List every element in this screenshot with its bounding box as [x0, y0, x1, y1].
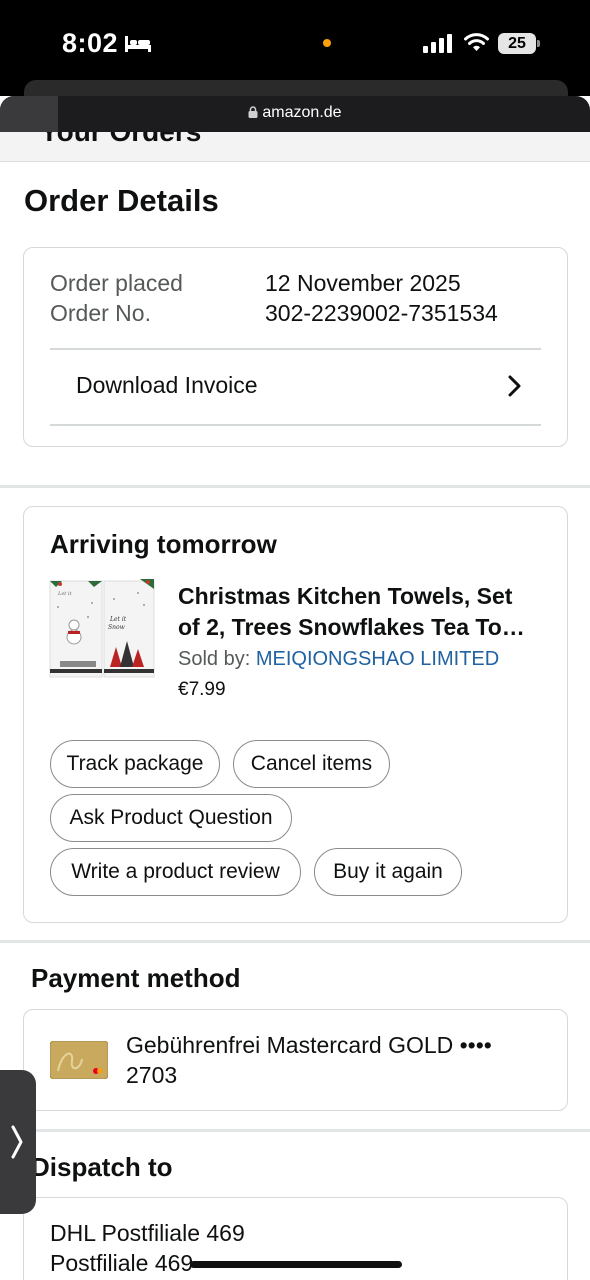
previous-page-title: Your Orders	[40, 132, 201, 148]
order-number-label: Order No.	[50, 300, 151, 326]
section-separator	[0, 485, 590, 488]
lock-icon	[248, 106, 258, 118]
download-invoice-label: Download Invoice	[76, 372, 258, 398]
product-title-line: Christmas Kitchen Towels, Set	[178, 583, 513, 609]
order-summary-card: Order placed 12 November 2025 Order No. …	[23, 247, 568, 447]
order-placed-value: 12 November 2025	[265, 270, 461, 296]
cancel-items-button[interactable]: Cancel items	[233, 740, 390, 788]
order-placed-label: Order placed	[50, 270, 183, 296]
address-line: Postfiliale 469	[50, 1250, 194, 1276]
battery-cap	[537, 40, 540, 47]
status-time: 8:02	[62, 28, 119, 58]
dispatch-to-heading: Dispatch to	[31, 1152, 173, 1182]
side-panel-handle[interactable]	[0, 1070, 36, 1214]
url-display[interactable]: amazon.de	[0, 104, 590, 122]
previous-section-strip: Your Orders	[0, 132, 590, 162]
wifi-icon	[464, 33, 489, 51]
seller-link[interactable]: MEIQIONGSHAO LIMITED	[256, 648, 499, 670]
towel-script-text: Snow	[108, 624, 126, 631]
towel-script-text: Let it	[109, 616, 127, 623]
order-number-value: 302-2239002-7351534	[265, 300, 498, 326]
payment-card-description: Gebührenfrei Mastercard GOLD •••• 2703	[126, 1030, 546, 1090]
payment-card-name: Gebührenfrei Mastercard GOLD ••••	[126, 1032, 492, 1058]
ask-product-question-button[interactable]: Ask Product Question	[50, 794, 292, 842]
url-text: amazon.de	[262, 104, 342, 121]
divider	[50, 424, 541, 426]
shipment-card: Arriving tomorrow Let it Let it Snow Chr…	[23, 506, 568, 923]
download-invoice-link[interactable]: Download Invoice	[50, 350, 541, 425]
sold-by-label: Sold by:	[178, 648, 256, 670]
chevron-right-icon	[508, 375, 521, 397]
bed-icon	[125, 36, 151, 52]
battery-level: 25	[498, 33, 536, 54]
product-title-link[interactable]: Christmas Kitchen Towels, Set of 2, Tree…	[178, 581, 548, 643]
towel-script-text: Let it	[57, 591, 72, 597]
payment-card: Gebührenfrei Mastercard GOLD •••• 2703	[23, 1009, 568, 1111]
home-indicator	[190, 1261, 402, 1268]
address-line: DHL Postfiliale 469	[50, 1220, 245, 1246]
product-image[interactable]: Let it Let it Snow	[48, 577, 156, 683]
write-review-button[interactable]: Write a product review	[50, 848, 301, 896]
signal-icon	[423, 34, 452, 53]
product-title-line: of 2, Trees Snowflakes Tea To…	[178, 614, 525, 640]
sold-by: Sold by: MEIQIONGSHAO LIMITED	[178, 648, 499, 671]
payment-card-last-digits: 2703	[126, 1062, 178, 1088]
product-price: €7.99	[178, 679, 226, 700]
section-separator	[0, 1129, 590, 1132]
battery-icon: 25	[498, 33, 540, 54]
recording-indicator-dot	[323, 39, 331, 47]
section-separator	[0, 940, 590, 943]
credit-card-icon	[50, 1041, 108, 1079]
payment-method-heading: Payment method	[31, 963, 241, 993]
chevron-right-icon	[11, 1125, 23, 1159]
buy-again-button[interactable]: Buy it again	[314, 848, 462, 896]
shipment-status-heading: Arriving tomorrow	[50, 529, 277, 559]
track-package-button[interactable]: Track package	[50, 740, 220, 788]
page-title: Order Details	[24, 183, 219, 218]
